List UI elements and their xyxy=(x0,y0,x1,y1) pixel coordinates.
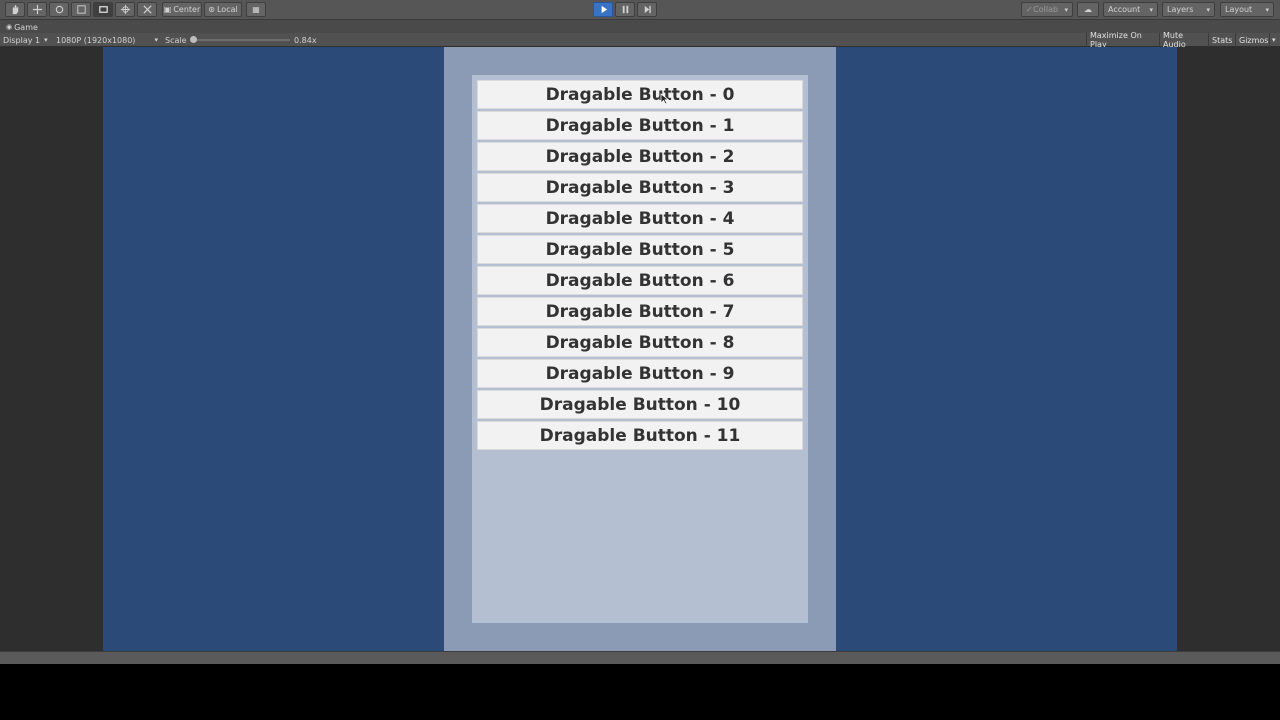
draggable-button[interactable]: Dragable Button - 2 xyxy=(477,142,803,171)
draggable-button-label: Dragable Button - 1 xyxy=(545,115,735,136)
play-button[interactable] xyxy=(593,2,613,17)
game-view-icon: ◉ xyxy=(6,23,13,31)
scale-slider-handle[interactable] xyxy=(190,36,197,43)
layers-dropdown[interactable]: Layers xyxy=(1162,2,1215,17)
layout-label: Layout xyxy=(1225,5,1253,14)
gizmos-menu-button[interactable]: ▾ xyxy=(1269,33,1280,47)
draggable-button-label: Dragable Button - 5 xyxy=(545,239,735,260)
resolution-dropdown[interactable]: 1080P (1920x1080) xyxy=(56,34,158,46)
scroll-panel: Dragable Button - 0 Dragable Button - 1 Dr… xyxy=(444,47,836,651)
chevron-down-icon: ▾ xyxy=(1272,36,1276,44)
tab-game[interactable]: ◉ Game xyxy=(3,21,41,33)
pause-button[interactable] xyxy=(615,2,635,17)
draggable-button[interactable]: Dragable Button - 9 xyxy=(477,359,803,388)
scale-value: 0.84x xyxy=(294,35,317,45)
local-icon: ⊛ xyxy=(208,5,215,14)
draggable-button-label: Dragable Button - 0 xyxy=(545,84,735,105)
scale-label: Scale xyxy=(165,35,187,45)
display-dropdown[interactable]: Display 1 xyxy=(3,34,48,46)
pivot-space-button[interactable]: ⊛ Local xyxy=(204,2,242,17)
snap-button[interactable]: ▦ xyxy=(246,2,266,17)
collab-label: Collab xyxy=(1033,5,1059,14)
grid-snap-icon: ▦ xyxy=(252,5,260,14)
step-button[interactable] xyxy=(637,2,657,17)
transform-tool-button[interactable] xyxy=(115,2,135,17)
draggable-button-label: Dragable Button - 7 xyxy=(545,301,735,322)
maximize-on-play-toggle[interactable]: Maximize On Play xyxy=(1086,31,1158,49)
play-icon xyxy=(601,5,607,14)
draggable-button-label: Dragable Button - 10 xyxy=(539,394,741,415)
collab-dropdown[interactable]: ✓ Collab xyxy=(1021,2,1073,17)
scale-tool-button[interactable] xyxy=(71,2,91,17)
hand-tool-button[interactable] xyxy=(5,2,25,17)
account-dropdown[interactable]: Account xyxy=(1103,2,1158,17)
custom-tool-button[interactable] xyxy=(137,2,157,17)
layers-label: Layers xyxy=(1167,5,1194,14)
game-view-toolbar: Display 1 1080P (1920x1080) Scale 0.84x … xyxy=(0,31,1280,49)
tab-bar: ◉ Game xyxy=(0,20,1280,33)
scale-icon xyxy=(76,5,86,14)
rect-tool-button[interactable] xyxy=(93,2,113,17)
empty-region xyxy=(0,664,1280,720)
cloud-icon: ☁ xyxy=(1084,5,1092,14)
scale-slider-track[interactable] xyxy=(194,39,290,41)
collab-check-icon: ✓ xyxy=(1026,5,1033,14)
display-label: Display 1 xyxy=(3,35,41,45)
main-toolbar: ▣ Center ⊛ Local ▦ ✓ Collab ☁ Account La… xyxy=(0,0,1280,20)
draggable-button[interactable]: Dragable Button - 4 xyxy=(477,204,803,233)
draggable-button[interactable]: Dragable Button - 7 xyxy=(477,297,803,326)
transform-icon xyxy=(120,4,130,15)
draggable-button[interactable]: Dragable Button - 8 xyxy=(477,328,803,357)
step-icon xyxy=(644,5,651,14)
draggable-button[interactable]: Dragable Button - 11 xyxy=(477,421,803,450)
status-bar xyxy=(0,651,1280,664)
game-viewport: Dragable Button - 0 Dragable Button - 1 Dr… xyxy=(0,47,1280,651)
account-label: Account xyxy=(1108,5,1141,14)
draggable-button-label: Dragable Button - 8 xyxy=(545,332,735,353)
draggable-button-label: Dragable Button - 6 xyxy=(545,270,735,291)
space-label: Local xyxy=(216,5,238,14)
move-icon xyxy=(32,4,42,15)
pivot-mode-button[interactable]: ▣ Center xyxy=(162,2,202,17)
move-tool-button[interactable] xyxy=(27,2,47,17)
stats-toggle[interactable]: Stats xyxy=(1208,33,1234,47)
draggable-button[interactable]: Dragable Button - 10 xyxy=(477,390,803,419)
mute-audio-toggle[interactable]: Mute Audio xyxy=(1159,31,1207,49)
draggable-button-label: Dragable Button - 4 xyxy=(545,208,735,229)
rotate-tool-button[interactable] xyxy=(49,2,69,17)
tools-icon xyxy=(142,5,152,14)
draggable-button-list: Dragable Button - 0 Dragable Button - 1 Dr… xyxy=(477,80,803,450)
mouse-cursor-icon xyxy=(660,93,670,105)
pivot-label: Center xyxy=(173,5,201,14)
gizmos-label: Gizmos xyxy=(1239,35,1269,45)
cloud-button[interactable]: ☁ xyxy=(1077,2,1099,17)
layout-dropdown[interactable]: Layout xyxy=(1220,2,1274,17)
scroll-content-area: Dragable Button - 0 Dragable Button - 1 Dr… xyxy=(472,75,808,623)
stats-label: Stats xyxy=(1212,35,1233,45)
rotate-icon xyxy=(55,5,63,14)
gizmos-toggle[interactable]: Gizmos xyxy=(1235,33,1269,47)
game-canvas: Dragable Button - 0 Dragable Button - 1 Dr… xyxy=(103,47,1177,651)
draggable-button-label: Dragable Button - 3 xyxy=(545,177,735,198)
resolution-label: 1080P (1920x1080) xyxy=(56,35,136,45)
rect-icon xyxy=(98,6,108,13)
draggable-button[interactable]: Dragable Button - 1 xyxy=(477,111,803,140)
tab-game-label: Game xyxy=(14,22,38,32)
hand-icon xyxy=(12,4,18,15)
draggable-button[interactable]: Dragable Button - 5 xyxy=(477,235,803,264)
pivot-icon: ▣ xyxy=(163,5,172,14)
draggable-button[interactable]: Dragable Button - 6 xyxy=(477,266,803,295)
draggable-button[interactable]: Dragable Button - 0 xyxy=(477,80,803,109)
draggable-button-label: Dragable Button - 11 xyxy=(539,425,741,446)
draggable-button-label: Dragable Button - 9 xyxy=(545,363,735,384)
draggable-button-label: Dragable Button - 2 xyxy=(545,146,735,167)
draggable-button[interactable]: Dragable Button - 3 xyxy=(477,173,803,202)
pause-icon xyxy=(622,5,628,14)
